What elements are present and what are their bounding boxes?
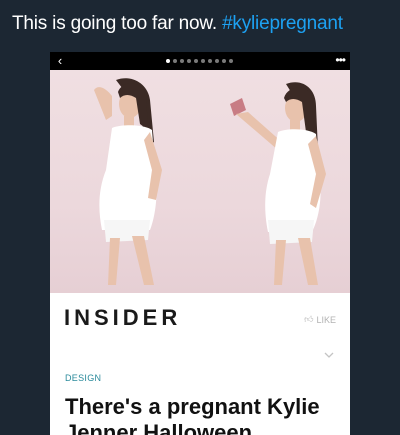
- carousel-dot[interactable]: [194, 59, 198, 63]
- more-options-icon[interactable]: •••: [335, 53, 346, 67]
- right-figure: [230, 82, 326, 285]
- back-icon[interactable]: ‹: [54, 54, 66, 68]
- hashtag-link[interactable]: #kyliepregnant: [222, 13, 343, 34]
- photo-illustration: [94, 78, 326, 285]
- like-button[interactable]: 👍︎ LIKE: [304, 314, 336, 325]
- tweet-text: This is going too far now. #kyliepregnan…: [12, 13, 343, 35]
- article-card[interactable]: ‹ ••• INSIDER 👍︎ LIKE DESIGN There's a p…: [50, 52, 350, 435]
- article-photo[interactable]: [50, 70, 350, 293]
- publisher-logo[interactable]: INSIDER: [64, 305, 181, 331]
- chevron-down-icon[interactable]: [324, 350, 334, 360]
- article-category[interactable]: DESIGN: [65, 373, 101, 383]
- carousel-dot[interactable]: [208, 59, 212, 63]
- card-topbar: ‹ •••: [50, 52, 350, 70]
- carousel-dot[interactable]: [166, 59, 170, 63]
- carousel-dot[interactable]: [215, 59, 219, 63]
- left-figure: [94, 78, 162, 285]
- article-headline[interactable]: There's a pregnant Kylie Jenner Hallowee…: [65, 394, 345, 435]
- carousel-dot[interactable]: [187, 59, 191, 63]
- carousel-dot[interactable]: [222, 59, 226, 63]
- carousel-indicator: [166, 59, 233, 63]
- thumbs-up-icon: 👍︎: [304, 314, 314, 324]
- carousel-dot[interactable]: [201, 59, 205, 63]
- carousel-dot[interactable]: [173, 59, 177, 63]
- carousel-dot[interactable]: [229, 59, 233, 63]
- like-label: LIKE: [316, 314, 336, 325]
- carousel-dot[interactable]: [180, 59, 184, 63]
- tweet-body: This is going too far now.: [12, 13, 223, 34]
